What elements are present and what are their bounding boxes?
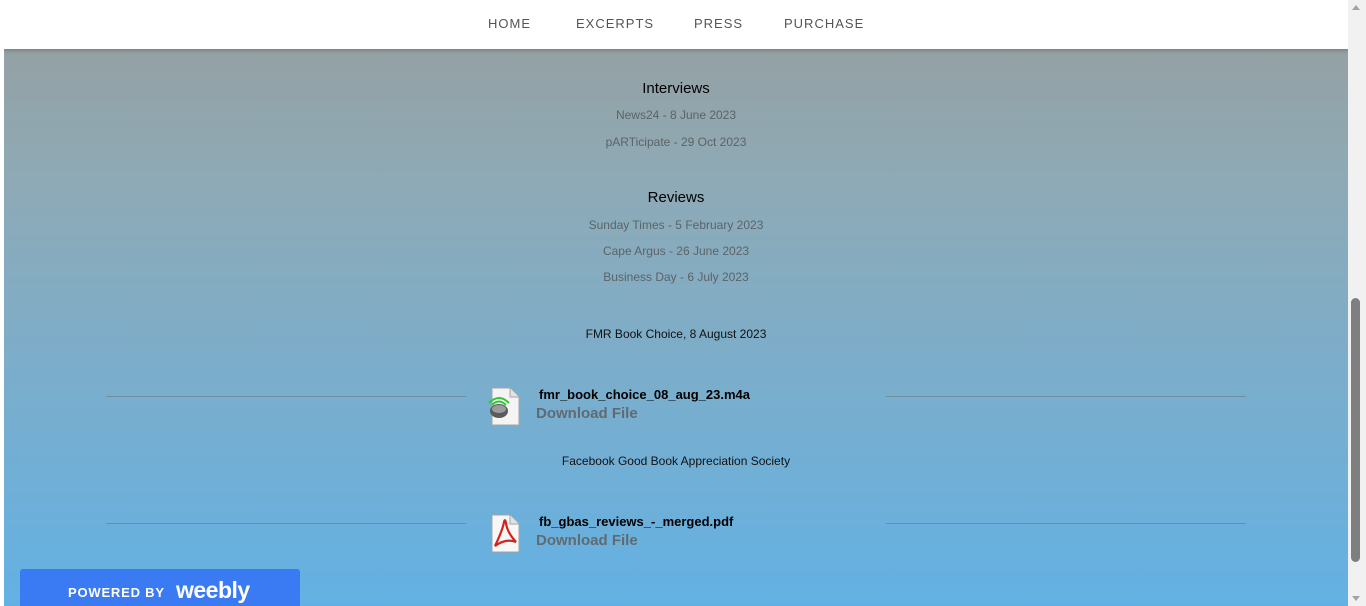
nav-excerpts[interactable]: EXCERPTS: [576, 16, 654, 31]
top-nav: HOME EXCERPTS PRESS PURCHASE: [4, 0, 1348, 49]
interview-link-participate[interactable]: pARTicipate - 29 Oct 2023: [4, 135, 1348, 149]
powered-by-label: POWERED BY: [68, 585, 165, 600]
nav-press[interactable]: PRESS: [694, 16, 743, 31]
scrollbar-thumb[interactable]: [1351, 298, 1360, 562]
audio-file-name[interactable]: fmr_book_choice_08_aug_23.m4a: [539, 387, 750, 402]
pdf-file-name[interactable]: fb_gbas_reviews_-_merged.pdf: [539, 514, 733, 529]
pdf-file-block: fb_gbas_reviews_-_merged.pdf Download Fi…: [486, 514, 886, 554]
weebly-logo: weebly: [176, 577, 250, 603]
page-background: HOME EXCERPTS PRESS PURCHASE Interviews …: [4, 0, 1348, 606]
divider-right: [886, 396, 1246, 397]
nav-home[interactable]: HOME: [488, 16, 531, 31]
audio-caption: FMR Book Choice, 8 August 2023: [585, 327, 767, 341]
review-link-cape-argus[interactable]: Cape Argus - 26 June 2023: [4, 244, 1348, 258]
pdf-caption: Facebook Good Book Appreciation Society: [561, 454, 791, 468]
pdf-file-icon[interactable]: [486, 514, 522, 554]
audio-file-block: fmr_book_choice_08_aug_23.m4a Download F…: [486, 387, 886, 427]
scroll-up-arrow-icon[interactable]: [1351, 3, 1361, 11]
review-link-sunday-times[interactable]: Sunday Times - 5 February 2023: [4, 218, 1348, 232]
audio-file-icon[interactable]: [486, 387, 522, 427]
review-link-business-day[interactable]: Business Day - 6 July 2023: [4, 270, 1348, 284]
scroll-down-arrow-icon[interactable]: [1351, 595, 1361, 603]
interviews-heading: Interviews: [642, 80, 710, 97]
pdf-download-link[interactable]: Download File: [536, 532, 638, 549]
audio-download-link[interactable]: Download File: [536, 405, 638, 422]
weebly-badge[interactable]: POWERED BY weebly: [20, 569, 300, 606]
nav-purchase[interactable]: PURCHASE: [784, 16, 864, 31]
reviews-heading: Reviews: [647, 189, 705, 206]
divider-left: [106, 396, 466, 397]
divider-left-2: [106, 523, 466, 524]
interview-link-news24[interactable]: News24 - 8 June 2023: [4, 108, 1348, 122]
divider-right-2: [886, 523, 1246, 524]
